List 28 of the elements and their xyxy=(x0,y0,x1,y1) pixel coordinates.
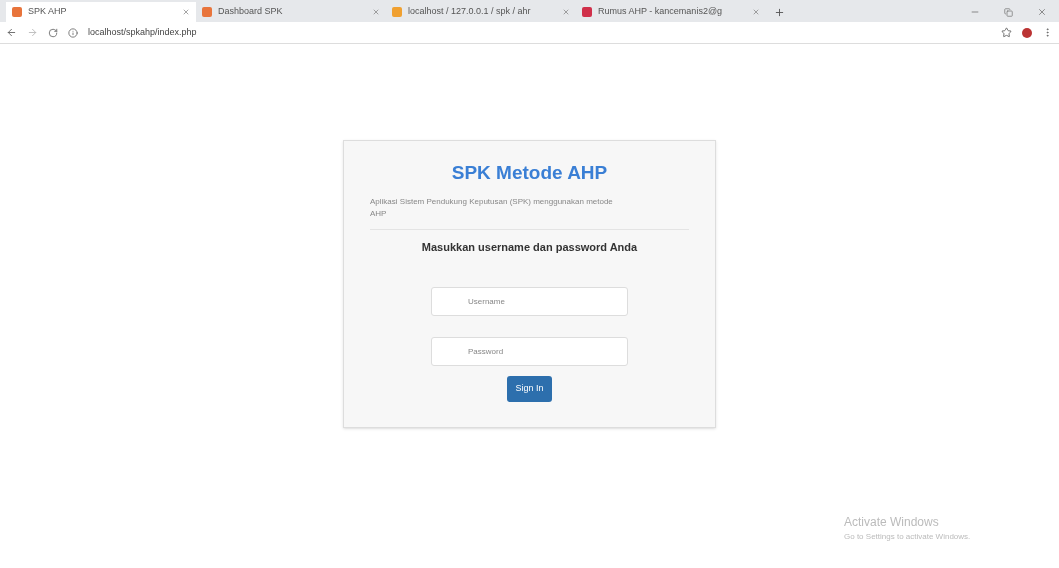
close-icon[interactable] xyxy=(372,8,380,16)
close-icon[interactable] xyxy=(1037,7,1047,17)
username-field[interactable]: Username xyxy=(431,287,628,316)
restore-icon[interactable] xyxy=(1004,7,1013,17)
browser-tab[interactable]: Rumus AHP - kancemanis2@g xyxy=(576,2,766,22)
app-description: Aplikasi Sistem Pendukung Keputusan (SPK) menggunakan metode AHP xyxy=(370,195,614,220)
browser-tab[interactable]: localhost / 127.0.0.1 / spk / ahr xyxy=(386,2,576,22)
new-tab-icon[interactable] xyxy=(774,6,785,18)
activation-title: Activate Windows xyxy=(844,514,940,531)
back-icon[interactable] xyxy=(6,27,17,38)
tab-title: localhost / 127.0.0.1 / spk / ahr xyxy=(408,5,532,19)
tab-title: Dashboard SPK xyxy=(218,5,284,19)
url-field[interactable]: localhost/spkahp/index.php xyxy=(88,25,991,40)
browser-tab[interactable]: Dashboard SPK xyxy=(196,2,386,22)
login-title: SPK Metode AHP xyxy=(451,161,608,185)
close-icon[interactable] xyxy=(752,8,760,16)
forward-icon[interactable] xyxy=(27,27,38,38)
tab-title: Rumus AHP - kancemanis2@g xyxy=(598,5,724,19)
close-icon[interactable] xyxy=(562,8,570,16)
login-prompt: Masukkan username dan password Anda xyxy=(421,239,638,255)
sign-in-button[interactable]: Sign In xyxy=(507,376,552,402)
browser-tab[interactable]: SPK AHP xyxy=(6,2,196,22)
tab-title: SPK AHP xyxy=(28,5,68,19)
reload-icon[interactable] xyxy=(48,27,58,38)
close-icon[interactable] xyxy=(182,8,190,16)
star-icon[interactable] xyxy=(1001,27,1012,38)
info-icon xyxy=(68,27,78,38)
password-field[interactable]: Password xyxy=(431,337,628,366)
